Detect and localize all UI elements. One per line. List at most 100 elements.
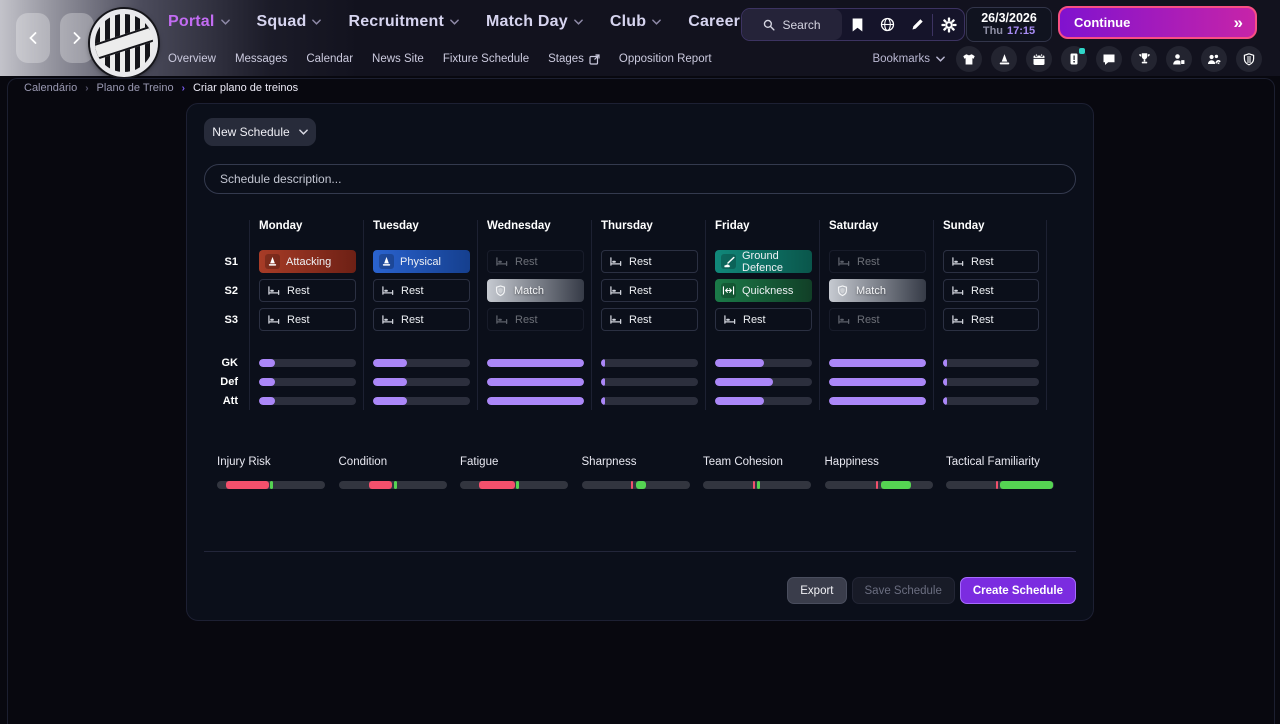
schedule-description-input[interactable]: [204, 164, 1076, 194]
subnav-item-messages[interactable]: Messages: [235, 53, 287, 65]
stat-bar: [824, 481, 933, 489]
jersey-icon[interactable]: [956, 46, 982, 72]
news-alert-icon[interactable]: [1061, 46, 1087, 72]
export-button[interactable]: Export: [787, 577, 847, 604]
session-thursday-rest[interactable]: Rest: [601, 308, 698, 331]
session-label: Rest: [629, 255, 652, 268]
session-sunday-rest[interactable]: Rest: [943, 308, 1039, 331]
session-friday-quickness[interactable]: Quickness: [715, 279, 812, 302]
globe-icon[interactable]: [872, 9, 902, 40]
stat-tactical-familiarity: Tactical Familiarity: [946, 456, 1054, 489]
forward-button[interactable]: [60, 13, 94, 63]
session-tuesday-rest[interactable]: Rest: [373, 308, 470, 331]
stat-segment-red: [225, 481, 269, 489]
nav-item-match-day[interactable]: Match Day: [486, 13, 583, 31]
nav-item-club[interactable]: Club: [610, 13, 662, 31]
session-thursday-rest[interactable]: Rest: [601, 250, 698, 273]
club-crest-icon[interactable]: [1236, 46, 1262, 72]
nav-item-squad[interactable]: Squad: [257, 13, 322, 31]
subnav-item-label: Fixture Schedule: [442, 53, 530, 65]
bookmark-icon[interactable]: [842, 9, 872, 40]
stat-segment-red: [631, 481, 634, 489]
session-monday-rest[interactable]: Rest: [259, 279, 356, 302]
session-label: Rest: [971, 284, 994, 297]
schedule-name-dropdown[interactable]: New Schedule: [204, 118, 316, 146]
nav-item-label: Recruitment: [348, 13, 444, 30]
stat-segment-green: [880, 481, 911, 489]
session-monday-rest[interactable]: Rest: [259, 308, 356, 331]
bed-icon: [950, 254, 965, 269]
session-wednesday-match[interactable]: Match: [487, 279, 584, 302]
training-cone-icon[interactable]: [991, 46, 1017, 72]
session-wednesday-rest[interactable]: Rest: [487, 250, 584, 273]
session-friday-ground-defence[interactable]: Ground Defence: [715, 250, 812, 274]
subnav-item-stages[interactable]: Stages: [548, 53, 600, 65]
intensity-fill: [601, 396, 605, 405]
session-sunday-rest[interactable]: Rest: [943, 250, 1039, 273]
social-icon[interactable]: [1201, 46, 1227, 72]
session-wednesday-rest[interactable]: Rest: [487, 308, 584, 331]
bed-icon: [608, 283, 623, 298]
intensity-bar-tuesday-def: [373, 377, 470, 386]
session-friday-rest[interactable]: Rest: [715, 308, 812, 331]
transfers-icon[interactable]: [1166, 46, 1192, 72]
intensity-fill: [715, 396, 764, 405]
session-row-label-s3: S3: [224, 313, 238, 326]
nav-item-recruitment[interactable]: Recruitment: [348, 13, 459, 31]
bed-icon: [380, 283, 395, 298]
session-tuesday-physical[interactable]: Physical: [373, 250, 470, 273]
intensity-bar-wednesday-def: [487, 377, 584, 386]
intensity-fill: [487, 396, 584, 405]
breadcrumb-item-calendrio[interactable]: Calendário: [24, 82, 77, 94]
session-thursday-rest[interactable]: Rest: [601, 279, 698, 302]
intensity-fill: [487, 377, 584, 386]
sub-nav: Overview Messages Calendar News Site Fixture…: [168, 44, 712, 74]
game-date[interactable]: 26/3/2026 Thu 17:15: [966, 7, 1052, 42]
session-saturday-rest[interactable]: Rest: [829, 250, 926, 273]
session-monday-attacking[interactable]: Attacking: [259, 250, 356, 273]
trophy-icon[interactable]: [1131, 46, 1157, 72]
stat-team-cohesion: Team Cohesion: [703, 456, 811, 489]
search-label: Search: [782, 17, 821, 32]
day-column-tuesday: Tuesday Physical Rest Rest: [363, 220, 477, 410]
stat-bar: [581, 481, 690, 489]
bookmarks-dropdown[interactable]: Bookmarks: [872, 53, 945, 65]
intensity-fill: [943, 358, 947, 367]
subnav-item-news-site[interactable]: News Site: [372, 53, 424, 65]
session-saturday-rest[interactable]: Rest: [829, 308, 926, 331]
day-header: Thursday: [601, 220, 653, 232]
bed-icon: [722, 312, 737, 327]
subnav-item-overview[interactable]: Overview: [168, 53, 216, 65]
search-button[interactable]: Search: [742, 9, 842, 40]
session-tuesday-rest[interactable]: Rest: [373, 279, 470, 302]
continue-button[interactable]: Continue »: [1058, 6, 1257, 39]
save-schedule-button[interactable]: Save Schedule: [851, 577, 955, 604]
external-link-icon: [589, 53, 600, 65]
stat-happiness: Happiness: [824, 456, 933, 489]
intensity-fill: [829, 396, 926, 405]
subnav-item-label: News Site: [372, 53, 424, 65]
notification-badge: [1079, 48, 1085, 54]
day-header: Friday: [715, 220, 750, 232]
back-button[interactable]: [16, 13, 50, 63]
continue-label: Continue: [1074, 15, 1131, 30]
session-saturday-match[interactable]: Match: [829, 279, 926, 302]
bed-icon: [494, 312, 509, 327]
session-sunday-rest[interactable]: Rest: [943, 279, 1039, 302]
session-row-label-s2: S2: [224, 284, 238, 297]
create-schedule-button[interactable]: Create Schedule: [959, 577, 1076, 604]
subnav-item-fixture-schedule[interactable]: Fixture Schedule: [443, 53, 529, 65]
intensity-fill: [829, 377, 926, 386]
intensity-fill: [259, 358, 275, 367]
breadcrumb-item-plano-de-treino[interactable]: Plano de Treino: [97, 82, 174, 94]
pencil-icon[interactable]: [902, 9, 932, 40]
gear-icon[interactable]: [933, 9, 964, 40]
subnav-item-label: Overview: [168, 53, 216, 65]
club-logo[interactable]: [90, 9, 158, 77]
calendar-icon[interactable]: [1026, 46, 1052, 72]
subnav-item-calendar[interactable]: Calendar: [306, 53, 353, 65]
session-label: Rest: [971, 255, 994, 268]
nav-item-portal[interactable]: Portal: [168, 13, 230, 31]
chat-icon[interactable]: [1096, 46, 1122, 72]
subnav-item-opposition-report[interactable]: Opposition Report: [619, 53, 712, 65]
